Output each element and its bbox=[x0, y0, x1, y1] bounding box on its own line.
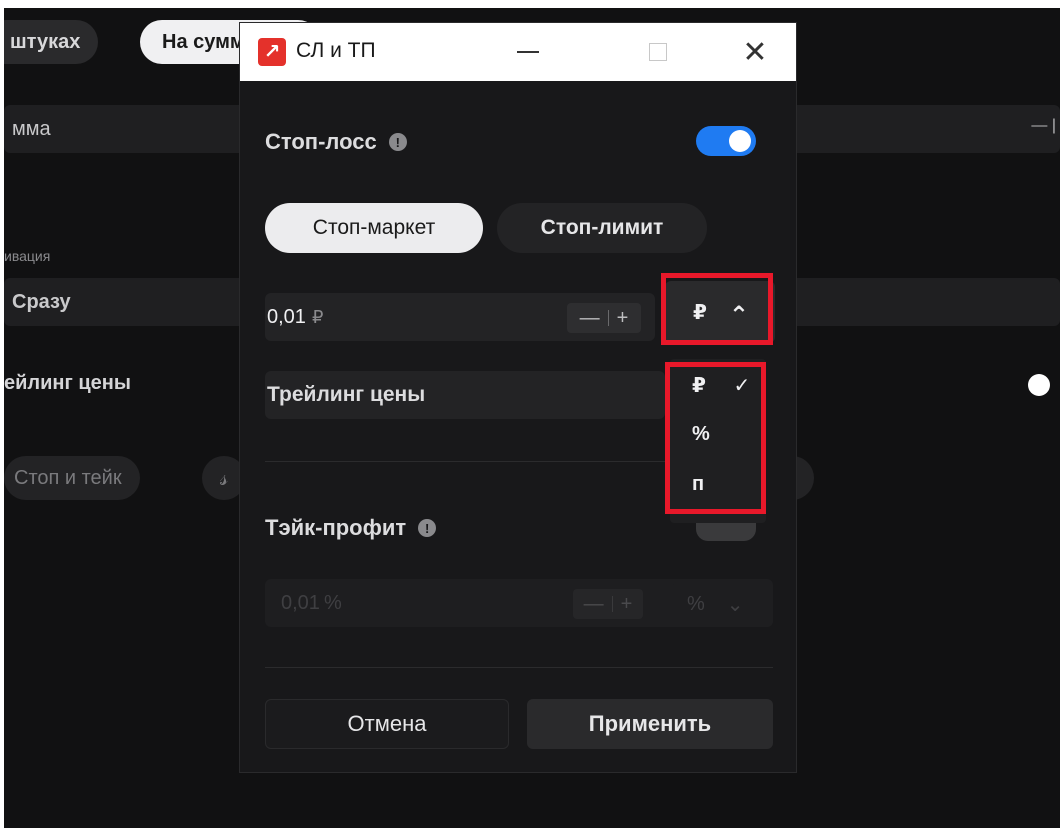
sl-tp-dialog: ↗ СЛ и ТП ✕ Стоп-лосс ! Стоп-маркет Стоп… bbox=[240, 23, 796, 772]
order-type-stop-limit[interactable]: Стоп-лимит bbox=[497, 203, 707, 253]
stop-loss-value-unit: ₽ bbox=[311, 306, 324, 327]
stepper-minus[interactable]: — bbox=[580, 307, 600, 330]
filter-pieces-label: штуках bbox=[10, 30, 81, 53]
stop-loss-header: Стоп-лосс ! bbox=[265, 129, 407, 155]
info-icon[interactable]: ! bbox=[418, 519, 437, 537]
app-arrow-icon: ↗ bbox=[258, 38, 286, 66]
trailing-label-bg: ейлинг цены bbox=[4, 372, 131, 394]
take-profit-stepper[interactable]: — + bbox=[573, 589, 643, 619]
take-profit-value-unit: % bbox=[323, 591, 342, 614]
highlight-unit-menu bbox=[665, 362, 766, 514]
chevron-down-icon: ⌄ bbox=[726, 593, 744, 616]
trailing-label: Трейлинг цены bbox=[267, 383, 426, 406]
divider bbox=[265, 461, 665, 462]
maximize-button[interactable] bbox=[638, 33, 678, 71]
stop-loss-toggle[interactable] bbox=[696, 126, 756, 156]
take-profit-unit-select[interactable]: % ⌄ bbox=[673, 581, 773, 627]
sum-stepper[interactable]: — | bbox=[1031, 117, 1056, 135]
filter-pieces-pill[interactable]: штуках bbox=[4, 20, 99, 64]
stop-loss-value: 0,01 bbox=[267, 305, 306, 328]
take-profit-value: 0,01 bbox=[281, 591, 320, 614]
trailing-field[interactable]: Трейлинг цены bbox=[265, 371, 665, 419]
stepper-separator bbox=[607, 310, 609, 326]
stepper-separator bbox=[611, 596, 613, 612]
stop-take-label: Стоп и тейк bbox=[14, 466, 122, 489]
stop-limit-label: Стоп-лимит bbox=[540, 216, 664, 239]
cancel-label: Отмена bbox=[347, 711, 427, 736]
cancel-button[interactable]: Отмена bbox=[265, 699, 509, 749]
window-title: СЛ и ТП bbox=[296, 39, 376, 62]
stop-take-pill[interactable]: Стоп и тейк bbox=[4, 456, 140, 500]
highlight-unit-select bbox=[661, 273, 773, 345]
stepper-plus[interactable]: + bbox=[621, 593, 633, 616]
minimize-icon bbox=[517, 51, 539, 53]
activation-value: Сразу bbox=[12, 290, 71, 313]
minimize-button[interactable] bbox=[508, 33, 548, 71]
info-icon[interactable]: ! bbox=[388, 133, 407, 151]
toggle-knob bbox=[729, 130, 751, 152]
tp-unit-selected: % bbox=[687, 592, 705, 615]
maximize-icon bbox=[649, 43, 667, 61]
stop-loss-title: Стоп-лосс bbox=[265, 129, 377, 154]
activation-label: ивация bbox=[4, 248, 51, 264]
trailing-toggle-knob-bg[interactable] bbox=[1028, 374, 1050, 396]
stop-loss-stepper[interactable]: — + bbox=[567, 303, 641, 333]
stepper-minus[interactable]: — bbox=[584, 593, 604, 616]
sum-field-label: мма bbox=[12, 117, 51, 140]
window-titlebar: ↗ СЛ и ТП ✕ bbox=[240, 23, 796, 81]
take-profit-header: Тэйк-профит ! bbox=[265, 515, 437, 541]
stepper-plus[interactable]: + bbox=[617, 307, 629, 330]
stop-market-label: Стоп-маркет bbox=[312, 216, 436, 239]
order-type-stop-market[interactable]: Стоп-маркет bbox=[265, 203, 483, 253]
take-profit-title: Тэйк-профит bbox=[265, 515, 407, 540]
divider bbox=[265, 667, 773, 668]
take-profit-toggle[interactable] bbox=[696, 523, 756, 541]
apply-button[interactable]: Применить bbox=[527, 699, 773, 749]
close-button[interactable]: ✕ bbox=[735, 33, 775, 71]
apply-label: Применить bbox=[588, 711, 712, 736]
